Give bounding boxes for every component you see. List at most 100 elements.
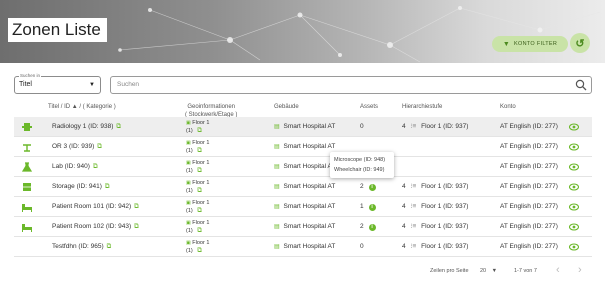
row-building-text: Smart Hospital AT (283, 223, 336, 230)
eye-icon[interactable] (569, 163, 579, 171)
eye-icon[interactable] (569, 203, 579, 211)
row-building: ▤ Smart Hospital AT (274, 223, 335, 231)
row-building: ▤ Smart Hospital AT (274, 243, 335, 251)
row-floor-num: (1) (186, 168, 193, 174)
column-header-title[interactable]: Titel / ID ▲ / ( Kategorie ) (48, 103, 116, 111)
search-icon[interactable] (575, 79, 587, 91)
row-floor-num: (1) (186, 188, 193, 194)
search-field-value: Titel (19, 81, 32, 88)
row-title-text: Storage (ID: 941) (52, 183, 102, 190)
tooltip-item: Microscope (ID: 948) (334, 157, 386, 163)
row-assets: 0 (360, 243, 364, 251)
external-link-icon[interactable]: ⧉ (197, 247, 202, 254)
row-geo: ▣ Floor 1 (1) ⧉ (186, 180, 209, 195)
row-building: ▤ Smart Hospital AT (274, 203, 335, 211)
row-building-text: Smart Hospital AT (283, 143, 336, 150)
table-row[interactable]: OR 3 (ID: 939) ⧉ ▣ Floor 1 (1) ⧉ ▤ Smart … (14, 137, 592, 157)
hierarchy-level: 4 (402, 243, 406, 250)
row-title-text: Patient Room 101 (ID: 942) (52, 203, 132, 210)
floor-icon: ▣ (186, 180, 191, 186)
prev-page-icon[interactable]: ‹ (556, 264, 560, 276)
row-assets: 2i (360, 183, 376, 191)
row-assets: 1i (360, 203, 376, 211)
row-geo: ▣ Floor 1 (1) ⧉ (186, 220, 209, 235)
column-header-hierarchy[interactable]: Hierarchiestufe (402, 103, 442, 111)
hierarchy-parent: Floor 1 (ID: 937) (421, 223, 469, 230)
eye-icon[interactable] (569, 223, 579, 231)
row-floor-num: (1) (186, 148, 193, 154)
hierarchy-icon: ⁝≡ (410, 203, 417, 210)
table-row[interactable]: Patient Room 101 (ID: 942) ⧉ ▣ Floor 1 (1… (14, 197, 592, 217)
building-icon: ▤ (274, 164, 280, 170)
hierarchy-level: 4 (402, 183, 406, 190)
external-link-icon[interactable]: ⧉ (197, 207, 202, 214)
row-building: ▤ Smart Hospital AT (274, 163, 335, 171)
hierarchy-level: 4 (402, 203, 406, 210)
info-icon[interactable]: i (368, 204, 376, 211)
rows-per-page-select[interactable]: 20 ▼ (480, 268, 497, 274)
table-row[interactable]: Patient Room 102 (ID: 943) ⧉ ▣ Floor 1 (1… (14, 217, 592, 237)
floor-icon: ▣ (186, 120, 191, 126)
search-field-select[interactable]: Suchen in Titel ▼ (14, 73, 101, 94)
or-icon (23, 144, 31, 152)
table-row[interactable]: Testfdhn (ID: 965) ⧉ ▣ Floor 1 (1) ⧉ ▤ Sm… (14, 237, 592, 257)
page-title: Zonen Liste (8, 18, 107, 42)
reset-button[interactable]: ↺ (570, 33, 590, 53)
hierarchy-icon: ⁝≡ (410, 183, 417, 190)
table-row[interactable]: Storage (ID: 941) ⧉ ▣ Floor 1 (1) ⧉ ▤ Sma… (14, 177, 592, 197)
account-filter-button[interactable]: ▼ KONTO FILTER (492, 36, 568, 52)
storage-icon (23, 183, 31, 191)
external-link-icon[interactable]: ⧉ (105, 183, 110, 190)
row-title: OR 3 (ID: 939) ⧉ (52, 143, 102, 151)
external-link-icon[interactable]: ⧉ (116, 123, 121, 130)
row-floor: Floor 1 (192, 180, 210, 186)
page-header: Zonen Liste ▼ KONTO FILTER ↺ (0, 0, 605, 63)
external-link-icon[interactable]: ⧉ (197, 127, 202, 134)
external-link-icon[interactable]: ⧉ (197, 167, 202, 174)
external-link-icon[interactable]: ⧉ (97, 143, 102, 150)
external-link-icon[interactable]: ⧉ (107, 243, 112, 250)
assets-count: 2 (360, 183, 364, 190)
hierarchy-level: 4 (402, 123, 406, 130)
row-geo: ▣ Floor 1 (1) ⧉ (186, 160, 209, 175)
assets-tooltip: Microscope (ID: 948) Wheelchair (ID: 949… (330, 152, 394, 178)
hierarchy-icon: ⁝≡ (410, 243, 417, 250)
row-hierarchy: 4 ⁝≡ Floor 1 (ID: 937) (402, 183, 468, 191)
column-header-building[interactable]: Gebäude (274, 103, 299, 111)
external-link-icon[interactable]: ⧉ (93, 163, 98, 170)
row-title-text: Radiology 1 (ID: 938) (52, 123, 114, 130)
eye-icon[interactable] (569, 243, 579, 251)
row-hierarchy: 4 ⁝≡ Floor 1 (ID: 937) (402, 243, 468, 251)
row-hierarchy: 4 ⁝≡ Floor 1 (ID: 937) (402, 223, 468, 231)
eye-icon[interactable] (569, 123, 579, 131)
building-icon: ▤ (274, 204, 280, 210)
table-row[interactable]: Lab (ID: 940) ⧉ ▣ Floor 1 (1) ⧉ ▤ Smart H… (14, 157, 592, 177)
row-building-text: Smart Hospital AT (283, 203, 336, 210)
external-link-icon[interactable]: ⧉ (197, 187, 202, 194)
floor-icon: ▣ (186, 240, 191, 246)
search-input[interactable]: Suchen (110, 76, 592, 94)
next-page-icon[interactable]: › (578, 264, 582, 276)
info-icon[interactable]: i (368, 224, 376, 231)
search-placeholder: Suchen (117, 81, 140, 88)
assets-count: 2 (360, 223, 364, 230)
column-header-geo-line1: Geoinformationen (187, 104, 236, 110)
eye-icon[interactable] (569, 143, 579, 151)
hierarchy-parent: Floor 1 (ID: 937) (421, 203, 469, 210)
external-link-icon[interactable]: ⧉ (134, 203, 139, 210)
column-header-assets[interactable]: Assets (360, 103, 378, 111)
hierarchy-level: 4 (402, 223, 406, 230)
row-title: Patient Room 102 (ID: 943) ⧉ (52, 223, 139, 231)
row-geo: ▣ Floor 1 (1) ⧉ (186, 120, 209, 135)
column-header-account[interactable]: Konto (500, 103, 516, 111)
eye-icon[interactable] (569, 183, 579, 191)
external-link-icon[interactable]: ⧉ (134, 223, 139, 230)
assets-count: 0 (360, 123, 364, 130)
external-link-icon[interactable]: ⧉ (197, 147, 202, 154)
external-link-icon[interactable]: ⧉ (197, 227, 202, 234)
table-row[interactable]: Radiology 1 (ID: 938) ⧉ ▣ Floor 1 (1) ⧉ ▤… (14, 117, 592, 137)
info-icon[interactable]: i (368, 184, 376, 191)
pagination-range: 1-7 von 7 (514, 268, 537, 274)
row-title: Storage (ID: 941) ⧉ (52, 183, 110, 191)
row-floor: Floor 1 (192, 140, 210, 146)
